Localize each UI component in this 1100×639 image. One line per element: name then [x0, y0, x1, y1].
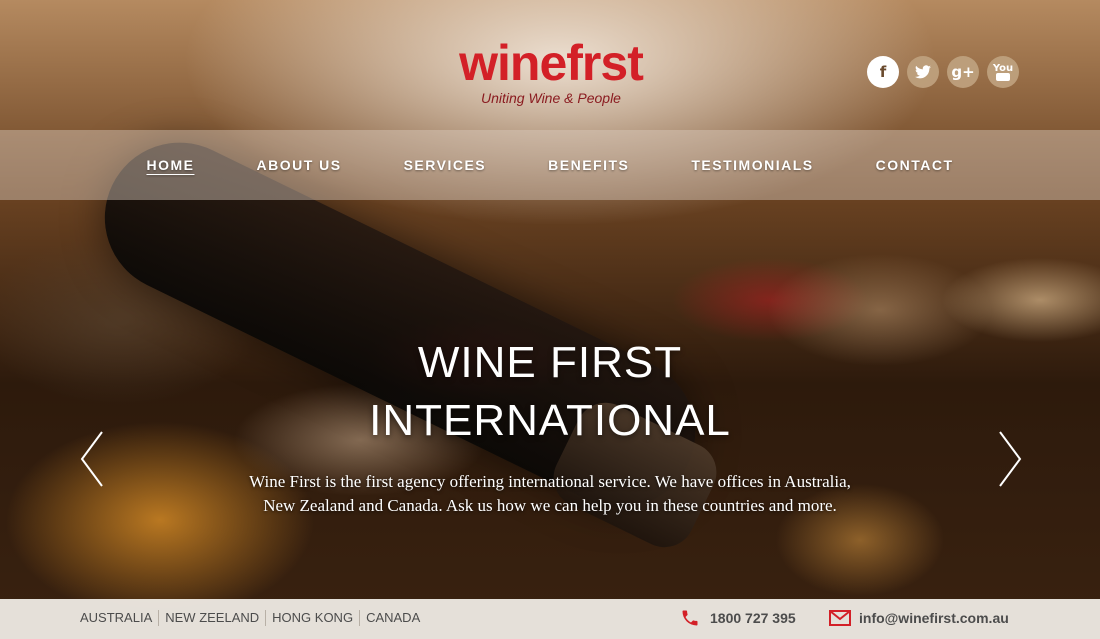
- nav-services[interactable]: SERVICES: [404, 157, 487, 173]
- google-plus-icon[interactable]: g+: [947, 56, 979, 88]
- nav-benefits[interactable]: BENEFITS: [548, 157, 629, 173]
- twitter-icon[interactable]: [907, 56, 939, 88]
- nav-testimonials[interactable]: TESTIMONIALS: [691, 157, 813, 173]
- hero-description: Wine First is the first agency offering …: [200, 470, 900, 518]
- hero-title-line-1: WINE FIRST: [417, 338, 683, 387]
- email-contact[interactable]: info@winefirst.com.au: [829, 609, 1009, 627]
- country-links: AUSTRALIA NEW ZEELAND HONG KONG CANADA: [80, 610, 426, 626]
- country-canada[interactable]: CANADA: [359, 610, 426, 626]
- country-new-zealand[interactable]: NEW ZEELAND: [158, 610, 265, 626]
- nav-about-us[interactable]: ABOUT US: [256, 157, 341, 173]
- hero-text-line-1: Wine First is the first agency offering …: [249, 472, 851, 491]
- phone-icon: [680, 609, 702, 627]
- email-address: info@winefirst.com.au: [859, 610, 1009, 626]
- social-links: f g+ You: [867, 56, 1019, 88]
- phone-contact[interactable]: 1800 727 395: [680, 609, 796, 627]
- logo-tagline: Uniting Wine & People: [481, 90, 621, 106]
- phone-number: 1800 727 395: [710, 610, 796, 626]
- youtube-label: You: [992, 62, 1014, 74]
- logo-wordmark: winefrst: [459, 35, 644, 91]
- hero-title-line-2: INTERNATIONAL: [369, 396, 731, 445]
- chevron-right-icon[interactable]: [996, 430, 1024, 488]
- facebook-icon[interactable]: f: [867, 56, 899, 88]
- chevron-left-icon[interactable]: [78, 430, 106, 488]
- main-nav: HOME ABOUT US SERVICES BENEFITS TESTIMON…: [0, 130, 1100, 200]
- envelope-icon: [829, 609, 851, 627]
- youtube-icon[interactable]: You: [987, 56, 1019, 88]
- hero-title: WINE FIRST INTERNATIONAL: [250, 334, 850, 450]
- nav-contact[interactable]: CONTACT: [876, 157, 954, 173]
- hero-text-line-2: New Zealand and Canada. Ask us how we ca…: [263, 496, 837, 515]
- site-header: winefrst Uniting Wine & People f g+ You: [0, 0, 1100, 130]
- country-hong-kong[interactable]: HONG KONG: [265, 610, 359, 626]
- country-australia[interactable]: AUSTRALIA: [80, 610, 158, 626]
- site-footer: AUSTRALIA NEW ZEELAND HONG KONG CANADA 1…: [0, 599, 1100, 639]
- brand-logo[interactable]: winefrst Uniting Wine & People: [446, 38, 656, 106]
- nav-home[interactable]: HOME: [146, 157, 194, 173]
